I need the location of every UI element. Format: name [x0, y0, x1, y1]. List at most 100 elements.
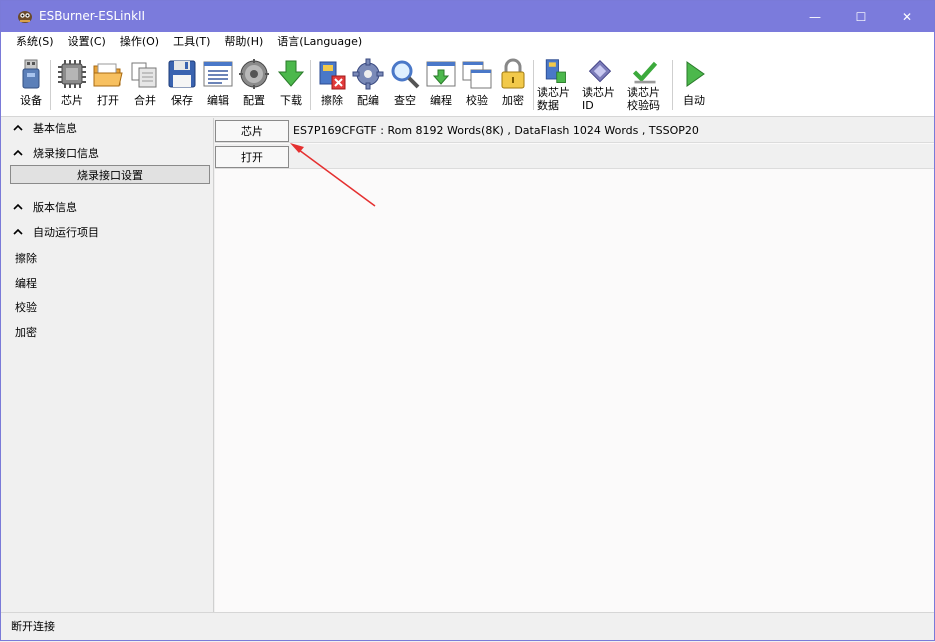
toolbar-device-button[interactable]: 设备: [15, 58, 47, 114]
merge-icon: [131, 62, 157, 88]
close-button[interactable]: ✕: [884, 1, 930, 32]
toolbar-label: 设备: [20, 94, 42, 107]
toolbar-label: 配编: [357, 94, 379, 107]
minimize-button[interactable]: —: [792, 1, 838, 32]
play-icon: [686, 61, 705, 87]
verify-icon: [462, 61, 492, 89]
toolbar-label: 校验: [466, 94, 488, 107]
erase-icon: [319, 61, 346, 90]
section-basic-info[interactable]: 基本信息: [13, 120, 77, 136]
toolbar-read-id-button[interactable]: 读芯片 ID: [582, 58, 618, 114]
toolbar-label: 芯片: [61, 94, 83, 107]
toolbar-label: 配置: [243, 94, 265, 107]
status-bar: 断开连接: [1, 612, 934, 640]
toolbar-label: 保存: [171, 94, 193, 107]
menu-tools[interactable]: 工具(T): [166, 33, 217, 51]
config-program-icon: [352, 58, 384, 90]
toolbar-label-line2: ID: [582, 99, 594, 112]
toolbar: 设备 芯片 打开 合并 保存 编辑 配置 下载 擦除 配编 查空 编程 校验 加…: [1, 52, 934, 117]
menu-operation[interactable]: 操作(O): [113, 33, 166, 51]
chevron-up-icon: [13, 228, 23, 235]
close-icon: ✕: [901, 9, 913, 24]
title-bar: ESBurner-ESLinkII — ☐ ✕: [1, 1, 934, 32]
toolbar-separator: [50, 60, 51, 110]
open-row: 打开: [215, 144, 934, 169]
section-version-info[interactable]: 版本信息: [13, 199, 77, 215]
toolbar-label: 下载: [280, 94, 302, 107]
toolbar-edit-button[interactable]: 编辑: [202, 58, 234, 114]
toolbar-separator: [310, 60, 311, 110]
edit-icon: [203, 61, 233, 87]
app-window: ESBurner-ESLinkII — ☐ ✕ 系统(S) 设置(C) 操作(O…: [0, 0, 935, 641]
usb-icon: [22, 59, 40, 89]
section-burn-interface-info[interactable]: 烧录接口信息: [13, 145, 99, 161]
auto-item-erase: 擦除: [15, 252, 37, 265]
toolbar-auto-button[interactable]: 自动: [678, 58, 710, 114]
chevron-up-icon: [13, 124, 23, 131]
section-label: 自动运行项目: [33, 226, 99, 239]
read-id-icon: [588, 60, 612, 83]
toolbar-label: 打开: [97, 94, 119, 107]
toolbar-blank-check-button[interactable]: 查空: [389, 58, 421, 114]
toolbar-label-line2: 数据: [537, 99, 559, 112]
toolbar-erase-button[interactable]: 擦除: [316, 58, 348, 114]
toolbar-encrypt-button[interactable]: 加密: [497, 58, 529, 114]
config-icon: [239, 59, 269, 89]
toolbar-label-line2: 校验码: [627, 99, 660, 112]
program-icon: [426, 61, 456, 87]
left-panel: 基本信息 烧录接口信息 烧录接口设置 版本信息 自动运行项目 擦除 编程 校验 …: [1, 118, 214, 612]
chevron-up-icon: [13, 149, 23, 156]
toolbar-label-line1: 读芯片: [582, 86, 615, 99]
section-label: 烧录接口信息: [33, 147, 99, 160]
toolbar-label: 加密: [502, 94, 524, 107]
chevron-up-icon: [13, 203, 23, 210]
menu-bar: 系统(S) 设置(C) 操作(O) 工具(T) 帮助(H) 语言(Languag…: [1, 32, 934, 52]
open-file-button[interactable]: 打开: [215, 146, 289, 168]
auto-item-program: 编程: [15, 277, 37, 290]
toolbar-program-button[interactable]: 编程: [425, 58, 457, 114]
toolbar-label: 自动: [683, 94, 705, 107]
toolbar-merge-button[interactable]: 合并: [129, 58, 161, 114]
section-auto-run-items[interactable]: 自动运行项目: [13, 224, 99, 240]
toolbar-chip-button[interactable]: 芯片: [56, 58, 88, 114]
toolbar-label: 编辑: [207, 94, 229, 107]
maximize-button[interactable]: ☐: [838, 1, 884, 32]
auto-item-encrypt: 加密: [15, 326, 37, 339]
window-title: ESBurner-ESLinkII: [39, 9, 146, 23]
menu-system[interactable]: 系统(S): [9, 33, 61, 51]
minimize-icon: —: [809, 9, 821, 24]
menu-help[interactable]: 帮助(H): [217, 33, 270, 51]
section-label: 基本信息: [33, 122, 77, 135]
magnifier-icon: [391, 60, 420, 89]
toolbar-separator: [533, 60, 534, 110]
download-icon: [277, 60, 305, 87]
menu-settings[interactable]: 设置(C): [61, 33, 113, 51]
toolbar-config-program-button[interactable]: 配编: [352, 58, 384, 114]
toolbar-read-data-button[interactable]: 读芯片 数据: [537, 58, 573, 114]
menu-language[interactable]: 语言(Language): [270, 33, 369, 51]
main-content: 芯片 ES7P169CFGTF : Rom 8192 Words(8K) , D…: [215, 118, 934, 612]
maximize-icon: ☐: [855, 9, 867, 24]
save-icon: [168, 60, 196, 88]
toolbar-label-line1: 读芯片: [627, 86, 660, 99]
auto-item-verify: 校验: [15, 301, 37, 314]
toolbar-config-button[interactable]: 配置: [238, 58, 270, 114]
chip-select-button[interactable]: 芯片: [215, 120, 289, 142]
toolbar-read-checksum-button[interactable]: 读芯片 校验码: [627, 58, 663, 114]
connection-status: 断开连接: [11, 620, 55, 633]
chip-row: 芯片 ES7P169CFGTF : Rom 8192 Words(8K) , D…: [215, 118, 934, 143]
toolbar-save-button[interactable]: 保存: [166, 58, 198, 114]
toolbar-label: 查空: [394, 94, 416, 107]
toolbar-label: 擦除: [321, 94, 343, 107]
toolbar-open-button[interactable]: 打开: [92, 58, 124, 114]
burn-interface-settings-button[interactable]: 烧录接口设置: [10, 165, 210, 184]
folder-open-icon: [93, 63, 123, 87]
chip-icon: [58, 60, 86, 88]
chip-info-text: ES7P169CFGTF : Rom 8192 Words(8K) , Data…: [293, 124, 699, 137]
toolbar-download-button[interactable]: 下载: [275, 58, 307, 114]
section-label: 版本信息: [33, 201, 77, 214]
read-checksum-icon: [632, 61, 658, 84]
read-data-icon: [545, 59, 566, 83]
toolbar-verify-button[interactable]: 校验: [461, 58, 493, 114]
toolbar-separator: [672, 60, 673, 110]
